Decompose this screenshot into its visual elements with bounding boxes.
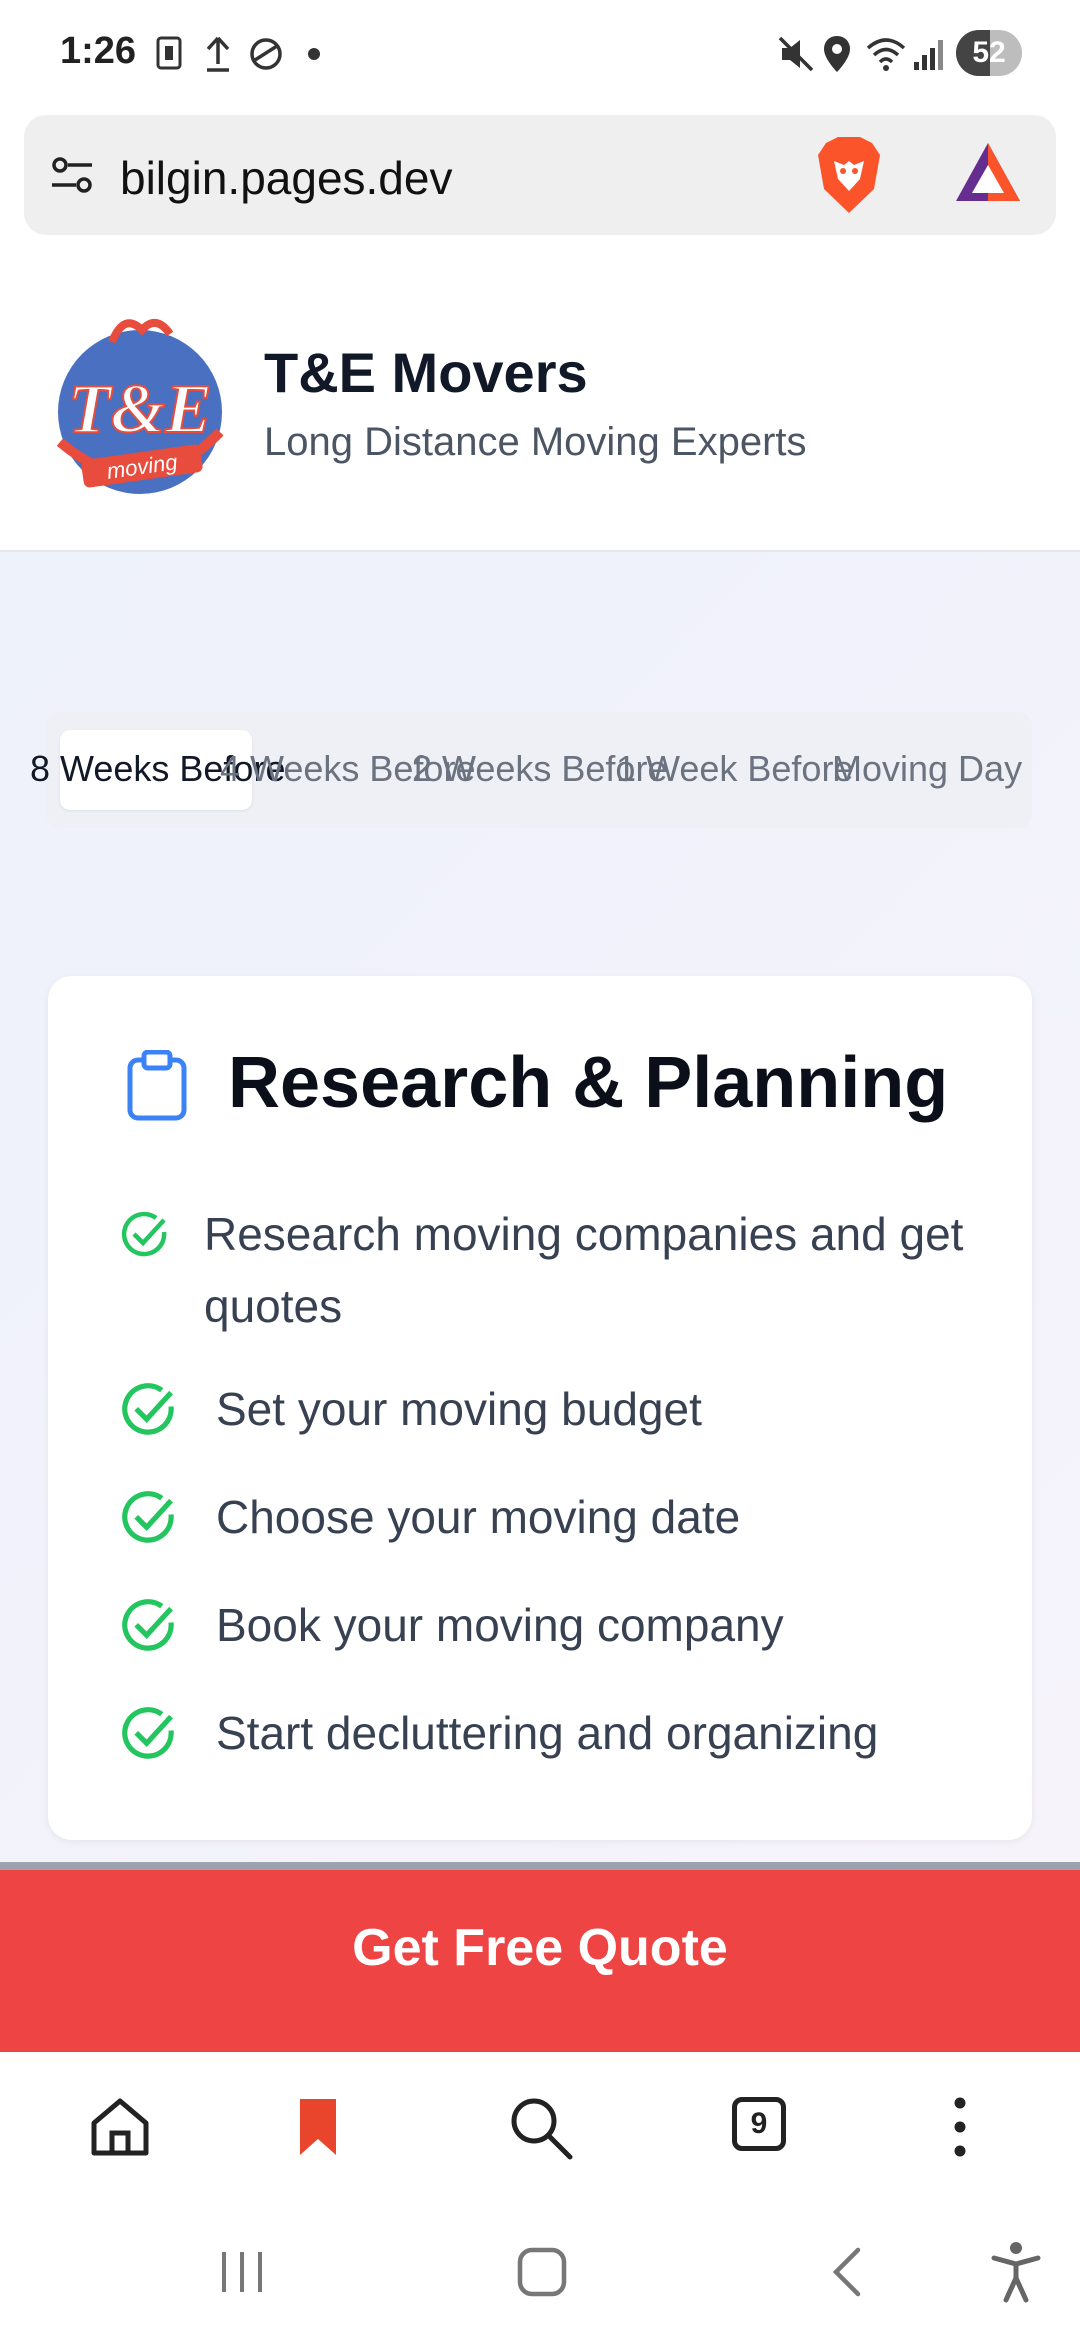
timeline-tabs: 8 Weeks Before 4 Weeks Before 2 Weeks Be… xyxy=(30,712,1032,828)
status-time: 1:26 xyxy=(60,30,137,72)
system-nav-bar xyxy=(0,2202,1080,2340)
dot-icon xyxy=(308,48,320,60)
tab-count: 9 xyxy=(732,2097,786,2151)
battery-indicator: 52 xyxy=(956,30,1022,76)
check-circle-icon xyxy=(122,1383,174,1435)
brand-name[interactable]: T&E Movers xyxy=(264,340,588,405)
list-item-text: Start decluttering and organizing xyxy=(216,1707,879,1759)
checklist-section: 8 Weeks Before 4 Weeks Before 2 Weeks Be… xyxy=(0,552,1080,1862)
list-item-text: Set your moving budget xyxy=(216,1383,702,1435)
back-icon[interactable] xyxy=(818,2242,878,2302)
bookmark-icon[interactable] xyxy=(278,2087,358,2167)
upload-icon xyxy=(206,36,230,72)
list-item-text: Research moving companies and get quotes xyxy=(204,1208,964,1332)
recent-apps-icon[interactable] xyxy=(212,2242,272,2302)
signal-icon xyxy=(914,40,943,70)
company-logo[interactable]: T&E moving xyxy=(52,312,226,502)
check-circle-icon xyxy=(122,1491,174,1543)
browser-toolbar: 9 xyxy=(0,2052,1080,2202)
tabs-button[interactable]: 9 xyxy=(722,2087,802,2167)
home-nav-icon[interactable] xyxy=(512,2242,572,2302)
accessibility-icon[interactable] xyxy=(986,2238,1046,2304)
brand-tagline: Long Distance Moving Experts xyxy=(264,420,807,464)
check-circle-icon xyxy=(122,1707,174,1759)
check-circle-icon xyxy=(121,1211,167,1257)
logo-text: T&E xyxy=(68,371,212,448)
location-icon xyxy=(824,36,850,72)
site-settings-icon[interactable] xyxy=(48,151,96,199)
url-text[interactable]: bilgin.pages.dev xyxy=(120,151,452,205)
check-circle-icon xyxy=(122,1599,174,1651)
brave-rewards-icon[interactable] xyxy=(952,139,1024,205)
brave-shields-icon[interactable] xyxy=(814,135,884,215)
tab-moving-day[interactable]: Moving Day xyxy=(832,748,1022,790)
list-item-text: Choose your moving date xyxy=(216,1491,741,1543)
cta-label: Get Free Quote xyxy=(352,1919,728,1977)
list-item-text: Book your moving company xyxy=(216,1599,784,1651)
checklist-card: Research & Planning Research moving comp… xyxy=(48,976,1032,1840)
tab-1-week-before[interactable]: 1 Week Before xyxy=(616,748,853,790)
get-free-quote-button[interactable]: Get Free Quote xyxy=(0,1862,1080,2052)
site-header: T&E moving T&E Movers Long Distance Movi… xyxy=(0,260,1080,552)
wifi-icon xyxy=(866,38,906,71)
sync-icon xyxy=(250,38,282,70)
more-menu-icon[interactable] xyxy=(920,2087,1000,2167)
mute-icon xyxy=(778,36,814,72)
home-icon[interactable] xyxy=(80,2087,160,2167)
sim-icon xyxy=(156,36,182,70)
clipboard-icon xyxy=(127,1050,187,1121)
battery-level: 52 xyxy=(972,36,1006,69)
search-icon[interactable] xyxy=(500,2087,580,2167)
address-bar[interactable]: bilgin.pages.dev xyxy=(24,115,1056,235)
status-bar: 1:26 52 xyxy=(0,0,1080,110)
card-title: Research & Planning xyxy=(228,1043,949,1123)
